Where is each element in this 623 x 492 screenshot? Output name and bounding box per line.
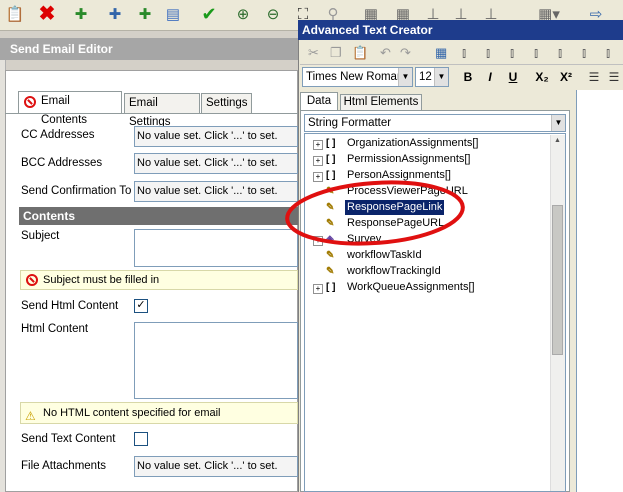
expand-toggle[interactable]: +	[313, 284, 323, 294]
chevron-down-icon: ▼	[398, 68, 412, 86]
formatter-value: String Formatter	[308, 117, 392, 129]
paste-icon[interactable]: 📋	[352, 45, 368, 61]
bullet-list-icon[interactable]: ☰	[584, 68, 604, 86]
property-icon: ✎	[326, 266, 335, 277]
undo-icon[interactable]: ↶	[380, 45, 391, 61]
expand-toggle[interactable]: +	[313, 140, 323, 150]
zoom-in-icon[interactable]: ⊕	[232, 3, 254, 25]
zoom-out-icon[interactable]: ⊖	[262, 3, 284, 25]
font-family-select[interactable]: Times New Roman ▼	[302, 67, 413, 87]
puzzle-split-icon[interactable]: ✚	[104, 3, 126, 25]
split-icon[interactable]: ⫾	[534, 45, 538, 61]
tab-label: Email Contents	[41, 95, 88, 126]
underline-button[interactable]: U	[503, 68, 523, 86]
tree-scrollbar[interactable]: ▲	[550, 135, 565, 491]
cc-value[interactable]: No value set. Click '...' to set.	[134, 126, 298, 147]
text-editor-area[interactable]	[576, 90, 623, 492]
confirm-label: Send Confirmation To	[21, 185, 132, 197]
chevron-down-icon: ▼	[434, 68, 448, 86]
formatter-select[interactable]: String Formatter ▼	[304, 114, 566, 132]
table-props-icon[interactable]: ⫾	[606, 45, 610, 61]
confirm-value[interactable]: No value set. Click '...' to set.	[134, 181, 298, 202]
tree-node[interactable]: workflowTaskId	[347, 248, 422, 263]
array-icon: [ ]	[326, 282, 336, 293]
subject-warning: Subject must be filled in	[20, 270, 298, 290]
chevron-down-icon: ▼	[551, 115, 565, 131]
annotation-ellipse	[285, 180, 465, 246]
send-html-checkbox[interactable]: ✓	[134, 299, 148, 313]
cc-label: CC Addresses	[21, 129, 95, 141]
tree-node[interactable]: PermissionAssignments[]	[347, 152, 471, 167]
row-insert-icon[interactable]: ⫾	[486, 45, 490, 61]
superscript-button[interactable]: X²	[556, 68, 576, 86]
clipboard-icon[interactable]: 📋	[4, 3, 26, 25]
tab-settings[interactable]: Settings	[201, 93, 252, 113]
table-insert-icon[interactable]: ▦	[435, 45, 447, 61]
tree-node[interactable]: OrganizationAssignments[]	[347, 136, 478, 151]
send-html-label: Send Html Content	[21, 300, 119, 312]
delete-icon[interactable]: ✖	[36, 3, 58, 25]
send-text-checkbox[interactable]	[134, 432, 148, 446]
checkmark-icon[interactable]: ✔	[198, 3, 220, 25]
tab-data[interactable]: Data	[300, 92, 338, 111]
number-list-icon[interactable]: ☰	[604, 68, 623, 86]
html-content-label: Html Content	[21, 323, 89, 335]
delete-row-icon[interactable]: ⫾	[558, 45, 562, 61]
font-family-value: Times New Roman	[306, 71, 404, 83]
puzzle-icon[interactable]: ✚	[70, 3, 92, 25]
subject-input[interactable]	[134, 229, 298, 267]
tab-email-contents[interactable]: Email Contents	[18, 91, 122, 126]
array-icon: [ ]	[326, 154, 336, 165]
warning-text: Subject must be filled in	[43, 274, 160, 286]
tree-node[interactable]: WorkQueueAssignments[]	[347, 280, 475, 295]
puzzle-add-icon[interactable]: ✚	[134, 3, 156, 25]
warning-text: No HTML content specified for email	[43, 407, 221, 419]
font-size-select[interactable]: 12 ▼	[415, 67, 449, 87]
tree-node[interactable]: workflowTrackingId	[347, 264, 441, 279]
property-icon: ✎	[326, 250, 335, 261]
col-insert-icon[interactable]: ⫾	[462, 45, 466, 61]
font-size-value: 12	[419, 71, 432, 83]
attach-value[interactable]: No value set. Click '...' to set.	[134, 456, 298, 477]
merge-icon[interactable]: ⫾	[510, 45, 514, 61]
edit-toolbar: ✂ ❐ 📋 ↶ ↷ ▦ ⫾ ⫾ ⫾ ⫾ ⫾ ⫾ ⫾	[300, 42, 623, 65]
no-entry-icon	[26, 274, 38, 286]
array-icon: [ ]	[326, 138, 336, 149]
expand-toggle[interactable]: +	[313, 156, 323, 166]
html-warning: ⚠ No HTML content specified for email	[20, 402, 298, 424]
delete-col-icon[interactable]: ⫾	[582, 45, 586, 61]
subscript-button[interactable]: X₂	[532, 68, 552, 86]
text-creator-title: Advanced Text Creator	[298, 20, 623, 40]
send-text-label: Send Text Content	[21, 433, 116, 445]
subject-label: Subject	[21, 230, 60, 242]
italic-button[interactable]: I	[480, 68, 500, 86]
bcc-value[interactable]: No value set. Click '...' to set.	[134, 153, 298, 174]
scroll-up-icon[interactable]: ▲	[552, 137, 563, 147]
bold-button[interactable]: B	[458, 68, 478, 86]
copy-icon[interactable]: ❐	[330, 45, 342, 61]
tab-underline	[5, 113, 298, 114]
document-icon[interactable]: ▤	[162, 3, 184, 25]
warning-icon: ⚠	[25, 409, 36, 423]
tab-html-elements[interactable]: Html Elements	[340, 94, 422, 111]
html-content-input[interactable]	[134, 322, 298, 399]
bcc-label: BCC Addresses	[21, 157, 103, 169]
contents-section-header: Contents	[19, 207, 298, 225]
scroll-thumb[interactable]	[552, 205, 563, 355]
no-entry-icon	[24, 96, 36, 108]
tab-label: Settings	[206, 97, 248, 109]
redo-icon[interactable]: ↷	[400, 45, 411, 61]
email-editor-title: Send Email Editor	[0, 38, 298, 60]
cut-icon[interactable]: ✂	[308, 45, 319, 61]
attach-label: File Attachments	[21, 460, 107, 472]
tab-email-settings[interactable]: Email Settings	[124, 93, 200, 128]
